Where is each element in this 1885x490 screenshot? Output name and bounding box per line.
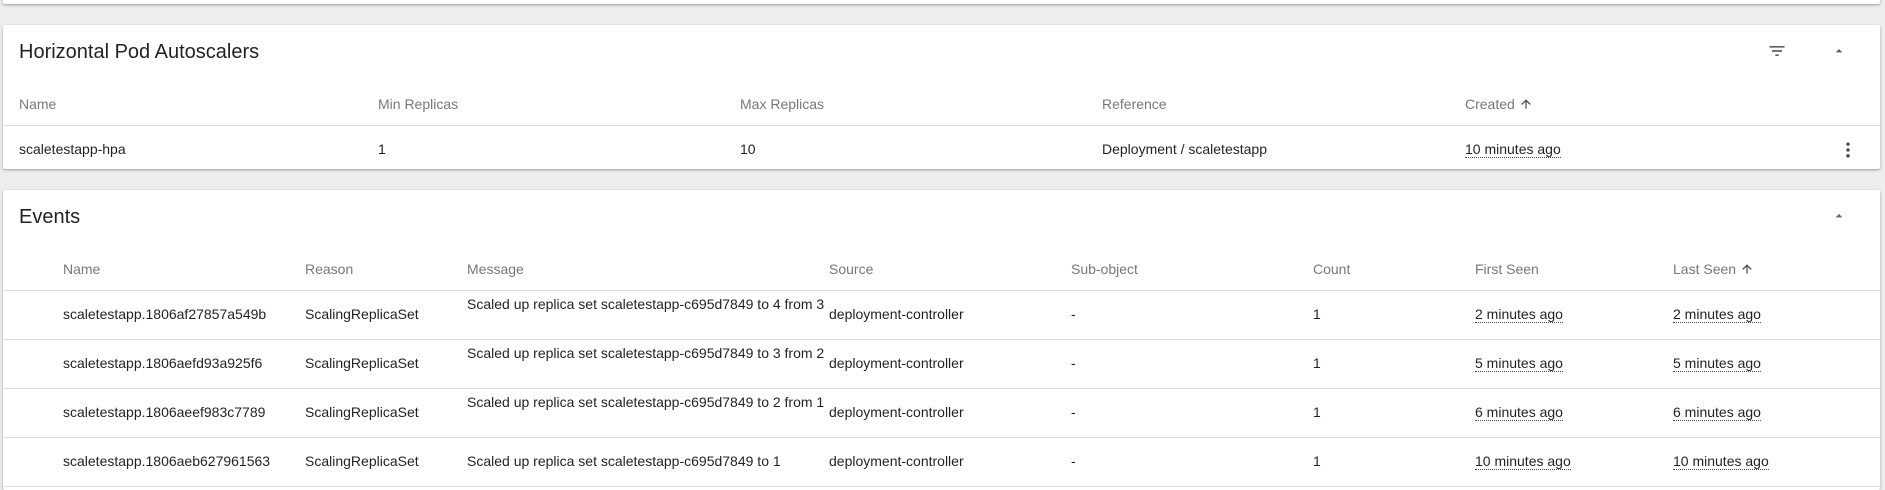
events-card-header: Events bbox=[3, 190, 1880, 242]
table-row[interactable]: scaletestapp.1806aeef983c7789 ScalingRep… bbox=[3, 389, 1880, 438]
event-count: 1 bbox=[1313, 355, 1321, 371]
hpa-title: Horizontal Pod Autoscalers bbox=[19, 41, 260, 63]
collapse-events-button[interactable] bbox=[1825, 202, 1853, 230]
col-max-replicas[interactable]: Max Replicas bbox=[740, 96, 824, 112]
events-card: Events Name Reason Message Source Sub-ob… bbox=[3, 190, 1880, 490]
col-source[interactable]: Source bbox=[829, 261, 873, 277]
col-created-label: Created bbox=[1465, 96, 1515, 112]
event-first-seen: 2 minutes ago bbox=[1475, 306, 1563, 323]
col-sub-object[interactable]: Sub-object bbox=[1071, 261, 1138, 277]
event-sub-object: - bbox=[1071, 355, 1076, 371]
table-row[interactable]: scaletestapp.1806aefd93a925f6 ScalingRep… bbox=[3, 340, 1880, 389]
col-last-seen-label: Last Seen bbox=[1673, 261, 1737, 277]
event-count: 1 bbox=[1313, 404, 1321, 420]
event-source: deployment-controller bbox=[829, 404, 964, 420]
col-last-seen[interactable]: Last Seen bbox=[1673, 261, 1754, 277]
event-reason: ScalingReplicaSet bbox=[305, 404, 419, 420]
col-name[interactable]: Name bbox=[19, 96, 56, 112]
events-title: Events bbox=[19, 206, 81, 228]
row-actions-button[interactable] bbox=[1836, 138, 1860, 162]
table-row[interactable]: scaletestapp.1806aeb627961563 ScalingRep… bbox=[3, 438, 1880, 487]
hpa-name[interactable]: scaletestapp-hpa bbox=[19, 141, 126, 157]
event-reason: ScalingReplicaSet bbox=[305, 355, 419, 371]
event-last-seen: 5 minutes ago bbox=[1673, 355, 1761, 372]
event-last-seen: 10 minutes ago bbox=[1673, 453, 1769, 470]
event-source: deployment-controller bbox=[829, 355, 964, 371]
col-reference[interactable]: Reference bbox=[1102, 96, 1167, 112]
event-source: deployment-controller bbox=[829, 306, 964, 322]
collapse-hpa-button[interactable] bbox=[1825, 37, 1853, 65]
event-message: Scaled up replica set scaletestapp-c695d… bbox=[467, 453, 781, 469]
table-row[interactable]: scaletestapp-hpa 1 10 Deployment / scale… bbox=[3, 126, 1880, 174]
event-name: scaletestapp.1806af27857a549b bbox=[63, 306, 267, 322]
hpa-min-replicas: 1 bbox=[378, 141, 386, 157]
event-source: deployment-controller bbox=[829, 453, 964, 469]
more-vert-icon bbox=[1846, 142, 1850, 158]
event-name: scaletestapp.1806aeef983c7789 bbox=[63, 404, 266, 420]
col-first-seen[interactable]: First Seen bbox=[1475, 261, 1539, 277]
chevron-up-icon bbox=[1835, 214, 1843, 218]
event-sub-object: - bbox=[1071, 453, 1076, 469]
hpa-reference[interactable]: Deployment / scaletestapp bbox=[1102, 141, 1267, 157]
event-first-seen: 6 minutes ago bbox=[1475, 404, 1563, 421]
event-last-seen: 6 minutes ago bbox=[1673, 404, 1761, 421]
event-count: 1 bbox=[1313, 306, 1321, 322]
hpa-card: Horizontal Pod Autoscalers Name Min Repl… bbox=[3, 25, 1880, 169]
hpa-card-header: Horizontal Pod Autoscalers bbox=[3, 25, 1880, 77]
event-count: 1 bbox=[1313, 453, 1321, 469]
col-reason[interactable]: Reason bbox=[305, 261, 353, 277]
event-message: Scaled up replica set scaletestapp-c695d… bbox=[467, 296, 825, 312]
col-count[interactable]: Count bbox=[1313, 261, 1350, 277]
table-row[interactable]: scaletestapp.1806af27857a549b ScalingRep… bbox=[3, 291, 1880, 340]
filter-button[interactable] bbox=[1763, 37, 1791, 65]
event-reason: ScalingReplicaSet bbox=[305, 453, 419, 469]
col-min-replicas[interactable]: Min Replicas bbox=[378, 96, 458, 112]
col-message[interactable]: Message bbox=[467, 261, 524, 277]
filter-icon bbox=[1769, 46, 1785, 56]
events-header-row: Name Reason Message Source Sub-object Co… bbox=[3, 242, 1880, 291]
event-first-seen: 5 minutes ago bbox=[1475, 355, 1563, 372]
event-last-seen: 2 minutes ago bbox=[1673, 306, 1761, 323]
arrow-up-icon bbox=[1742, 264, 1752, 274]
hpa-max-replicas: 10 bbox=[740, 141, 756, 157]
arrow-up-icon bbox=[1521, 99, 1531, 109]
col-created[interactable]: Created bbox=[1465, 96, 1533, 112]
hpa-created: 10 minutes ago bbox=[1465, 141, 1561, 158]
event-reason: ScalingReplicaSet bbox=[305, 306, 419, 322]
event-first-seen: 10 minutes ago bbox=[1475, 453, 1571, 470]
event-name: scaletestapp.1806aeb627961563 bbox=[63, 453, 271, 469]
event-message: Scaled up replica set scaletestapp-c695d… bbox=[467, 345, 825, 361]
previous-section-card bbox=[3, 0, 1880, 4]
chevron-up-icon bbox=[1835, 49, 1843, 53]
hpa-header-row: Name Min Replicas Max Replicas Reference… bbox=[3, 77, 1880, 126]
event-sub-object: - bbox=[1071, 306, 1076, 322]
event-name: scaletestapp.1806aefd93a925f6 bbox=[63, 355, 263, 371]
event-message: Scaled up replica set scaletestapp-c695d… bbox=[467, 394, 825, 410]
col-name[interactable]: Name bbox=[63, 261, 100, 277]
event-sub-object: - bbox=[1071, 404, 1076, 420]
